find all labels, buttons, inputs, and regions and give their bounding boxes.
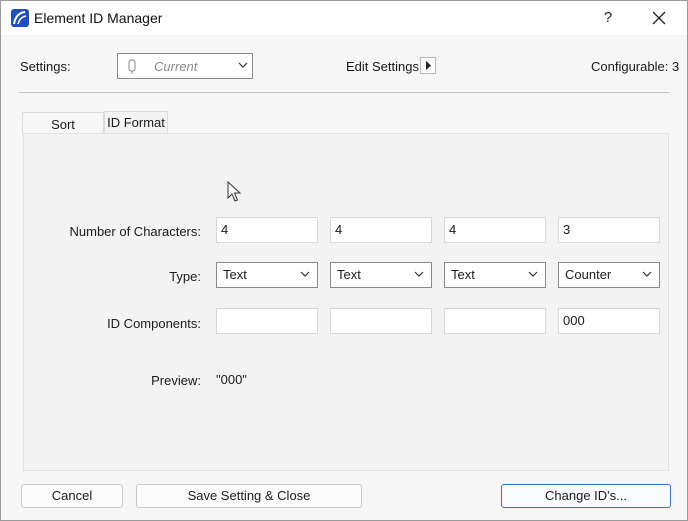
element-id-manager-dialog: Element ID Manager ? Settings: Current E… bbox=[0, 0, 688, 521]
chevron-down-icon bbox=[528, 271, 538, 277]
close-icon bbox=[652, 11, 666, 25]
id-components-label: ID Components: bbox=[107, 316, 201, 331]
component-field-2[interactable] bbox=[330, 308, 432, 334]
component-field-3[interactable] bbox=[444, 308, 546, 334]
edit-settings-button[interactable] bbox=[420, 57, 436, 74]
chevron-down-icon bbox=[238, 62, 248, 68]
close-button[interactable] bbox=[646, 6, 672, 30]
mouse-pointer-icon bbox=[227, 181, 242, 202]
characters-field-2[interactable]: 4 bbox=[330, 217, 432, 243]
characters-field-3[interactable]: 4 bbox=[444, 217, 546, 243]
save-setting-close-button[interactable]: Save Setting & Close bbox=[136, 484, 362, 508]
preview-value: "000" bbox=[216, 372, 247, 387]
component-field-1[interactable] bbox=[216, 308, 318, 334]
chevron-down-icon bbox=[300, 271, 310, 277]
type-dropdown-2[interactable]: Text bbox=[330, 262, 432, 288]
archicad-logo-icon bbox=[11, 9, 29, 27]
characters-field-4[interactable]: 3 bbox=[558, 217, 660, 243]
window-title: Element ID Manager bbox=[34, 10, 163, 26]
configurable-count: Configurable: 3 bbox=[591, 59, 680, 74]
settings-label: Settings: bbox=[20, 59, 71, 74]
type-label: Type: bbox=[169, 269, 201, 284]
type-dropdown-value: Text bbox=[451, 267, 475, 282]
preview-label: Preview: bbox=[151, 373, 201, 388]
play-arrow-icon bbox=[426, 61, 431, 70]
tab-sort-elements[interactable]: Sort Elements bbox=[22, 112, 104, 153]
component-field-4[interactable]: 000 bbox=[558, 308, 660, 334]
change-ids-button[interactable]: Change ID's... bbox=[501, 484, 671, 508]
type-dropdown-1[interactable]: Text bbox=[216, 262, 318, 288]
settings-dropdown[interactable]: Current bbox=[117, 53, 253, 79]
title-bar: Element ID Manager ? bbox=[1, 1, 687, 35]
cancel-button[interactable]: Cancel bbox=[21, 484, 123, 508]
type-dropdown-value: Text bbox=[223, 267, 247, 282]
pin-icon bbox=[128, 59, 136, 74]
type-dropdown-3[interactable]: Text bbox=[444, 262, 546, 288]
settings-dropdown-value: Current bbox=[154, 59, 198, 74]
type-dropdown-value: Text bbox=[337, 267, 361, 282]
header-divider bbox=[19, 92, 670, 93]
chevron-down-icon bbox=[642, 271, 652, 277]
help-button[interactable]: ? bbox=[597, 7, 619, 29]
tab-id-format[interactable]: ID Format bbox=[104, 111, 168, 134]
id-format-panel bbox=[23, 133, 669, 471]
chevron-down-icon bbox=[414, 271, 424, 277]
number-of-characters-label: Number of Characters: bbox=[69, 224, 202, 239]
characters-field-1[interactable]: 4 bbox=[216, 217, 318, 243]
type-dropdown-value: Counter bbox=[565, 267, 612, 282]
type-dropdown-4[interactable]: Counter bbox=[558, 262, 660, 288]
edit-settings-label: Edit Settings: bbox=[346, 59, 423, 74]
